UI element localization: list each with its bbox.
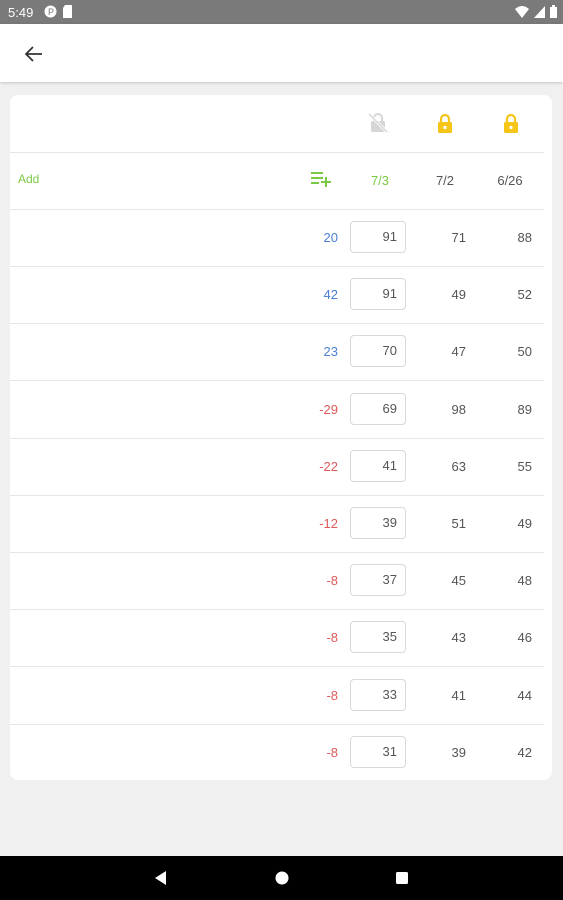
row-difference: -8 [326, 573, 338, 589]
playlist-add-icon[interactable] [310, 170, 332, 188]
status-time: 5:49 [8, 5, 34, 20]
signal-icon [534, 5, 545, 18]
row-difference: -12 [319, 516, 338, 531]
back-button[interactable] [20, 40, 48, 68]
table-row: 42 91 49 52 [10, 266, 544, 325]
prev2-score: 42 [517, 744, 532, 760]
row-difference: -8 [326, 744, 338, 760]
navigation-bar [0, 856, 563, 900]
prev2-score: 89 [517, 401, 532, 417]
current-score-input[interactable]: 69 [350, 392, 406, 425]
table-row: 23 70 47 50 [10, 323, 544, 382]
row-difference: -8 [326, 630, 338, 646]
date-column-prev2: 6/26 [497, 173, 523, 188]
table-row: -8 31 39 42 [10, 724, 544, 780]
current-score-input[interactable]: 33 [350, 678, 406, 711]
prev2-score: 46 [517, 630, 532, 646]
score-table-card: Add 7/3 7/2 6/26 20 91 71 88 42 91 49 52 23 70 47 5… [10, 95, 552, 780]
row-difference: 20 [323, 230, 338, 245]
current-score-input[interactable]: 91 [350, 221, 406, 253]
app-bar [0, 24, 563, 82]
row-difference: -8 [326, 687, 338, 703]
prev1-score: 63 [451, 458, 466, 474]
pocket-icon: P [44, 5, 57, 18]
lock-header-row [10, 95, 544, 153]
prev1-score: 49 [451, 287, 466, 303]
lock-icon[interactable] [500, 112, 522, 134]
prev2-score: 48 [517, 573, 532, 589]
table-row: 20 91 71 88 [10, 209, 544, 267]
arrow-back-icon [25, 46, 42, 62]
prev1-score: 39 [451, 744, 466, 760]
status-bar: 5:49 P [0, 0, 563, 24]
current-score-input[interactable]: 70 [350, 335, 406, 368]
prev1-score: 71 [451, 230, 466, 245]
row-difference: 42 [323, 287, 338, 303]
current-score-input[interactable]: 91 [350, 278, 406, 311]
battery-icon [550, 5, 557, 18]
row-difference: -22 [319, 458, 338, 474]
current-score-input[interactable]: 37 [350, 564, 406, 597]
add-button[interactable]: Add [18, 172, 39, 186]
wifi-icon [515, 5, 529, 18]
table-row: -12 39 51 49 [10, 495, 544, 553]
prev2-score: 52 [517, 287, 532, 303]
prev2-score: 50 [517, 344, 532, 360]
status-left-icons: P [44, 5, 73, 18]
current-score-input[interactable]: 31 [350, 735, 406, 768]
table-row: -8 35 43 46 [10, 609, 544, 668]
nav-home-icon[interactable] [273, 869, 291, 887]
table-row: -8 37 45 48 [10, 552, 544, 611]
svg-text:P: P [48, 7, 54, 17]
prev2-score: 55 [517, 458, 532, 474]
current-score-input[interactable]: 39 [350, 507, 406, 539]
prev1-score: 43 [451, 630, 466, 646]
row-difference: -29 [319, 401, 338, 417]
prev1-score: 51 [451, 516, 466, 531]
nav-back-icon[interactable] [152, 869, 170, 887]
lock-icon[interactable] [434, 112, 456, 134]
date-column-prev1: 7/2 [435, 173, 455, 188]
date-column-current[interactable]: 7/3 [355, 173, 405, 188]
prev2-score: 49 [517, 516, 532, 531]
lock-open-disabled-icon[interactable] [367, 112, 389, 134]
current-score-input[interactable]: 35 [350, 621, 406, 654]
sd-card-icon [63, 5, 72, 18]
prev1-score: 41 [451, 687, 466, 703]
prev2-score: 44 [517, 687, 532, 703]
prev2-score: 88 [517, 230, 532, 245]
prev1-score: 45 [451, 573, 466, 589]
prev1-score: 47 [451, 344, 466, 360]
prev1-score: 98 [451, 401, 466, 417]
date-header-row: Add 7/3 7/2 6/26 [10, 152, 544, 210]
row-difference: 23 [323, 344, 338, 360]
table-row: -29 69 98 89 [10, 381, 544, 439]
table-row: -8 33 41 44 [10, 667, 544, 725]
current-score-input[interactable]: 41 [350, 449, 406, 482]
nav-recents-icon[interactable] [393, 869, 411, 887]
table-row: -22 41 63 55 [10, 438, 544, 496]
status-right-icons [515, 5, 557, 18]
